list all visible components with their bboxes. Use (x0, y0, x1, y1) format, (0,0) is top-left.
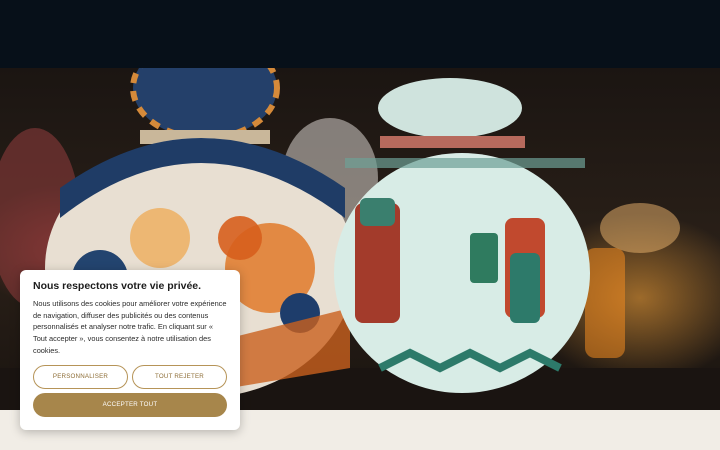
cookie-title: Nous respectons votre vie privée. (33, 280, 202, 292)
cookie-description: Nous utilisons des cookies pour améliore… (33, 299, 227, 355)
cookie-secondary-actions: PERSONNALISER TOUT REJETER (33, 364, 227, 389)
accept-all-button[interactable]: ACCEPTER TOUT (33, 392, 227, 417)
cookie-consent-dialog: Nous respectons votre vie privée. Nous u… (20, 270, 240, 430)
site-header-bar (0, 0, 720, 68)
reject-all-button[interactable]: TOUT REJETER (132, 364, 227, 389)
customize-button[interactable]: PERSONNALISER (33, 364, 128, 389)
